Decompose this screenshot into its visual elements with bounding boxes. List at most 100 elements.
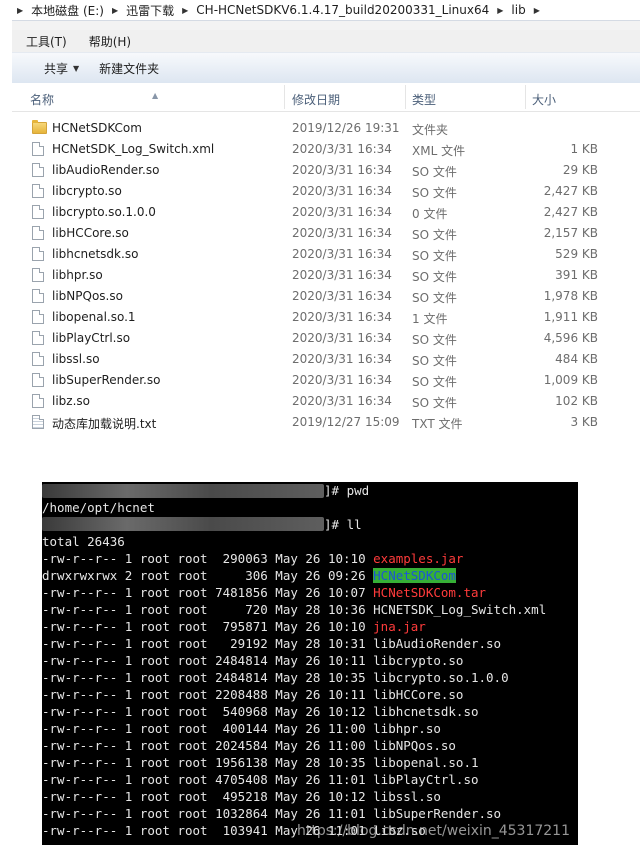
ls-attributes: -rw-r--r-- 1 root root 2208488 May 26 10… [42, 687, 374, 702]
file-name: 动态库加载说明.txt [52, 417, 157, 431]
chevron-right-icon: ▶ [111, 5, 119, 15]
file-icon [32, 331, 44, 345]
ls-line: -rw-r--r-- 1 root root 795871 May 26 10:… [42, 618, 426, 635]
breadcrumb-downloads[interactable]: 迅雷下载 [123, 2, 177, 19]
address-bar[interactable]: ▶ 本地磁盘 (E:) ▶ 迅雷下载 ▶ CH-HCNetSDKV6.1.4.17_b… [12, 0, 640, 21]
file-row[interactable]: libz.so 2020/3/31 16:34 SO 文件 102 KB [12, 391, 640, 412]
file-type: 0 文件 [412, 207, 448, 221]
menu-bar: 工具(T) 帮助(H) [12, 30, 640, 52]
breadcrumb-drive[interactable]: 本地磁盘 (E:) [28, 2, 107, 19]
text-file-icon [32, 415, 44, 429]
file-name: libcrypto.so.1.0.0 [52, 205, 156, 219]
ls-attributes: -rw-r--r-- 1 root root 495218 May 26 10:… [42, 789, 374, 804]
file-row[interactable]: libSuperRender.so 2020/3/31 16:34 SO 文件 1,0… [12, 370, 640, 391]
file-row[interactable]: libcrypto.so.1.0.0 2020/3/31 16:34 0 文件 2,4… [12, 202, 640, 223]
chevron-down-icon: ▼ [73, 63, 80, 73]
file-icon [32, 205, 44, 219]
ls-line: -rw-r--r-- 1 root root 2484814 May 28 10… [42, 669, 509, 686]
file-row[interactable]: HCNetSDKCom 2019/12/26 19:31 文件夹 [12, 118, 640, 139]
file-row[interactable]: libssl.so 2020/3/31 16:34 SO 文件 484 KB [12, 349, 640, 370]
file-name: libAudioRender.so [52, 163, 160, 177]
file-icon [32, 226, 44, 240]
column-size[interactable]: 大小 [532, 91, 556, 108]
ls-filename: libAudioRender.so [373, 636, 502, 651]
file-size: 1,911 KB [543, 310, 598, 324]
file-name: libHCCore.so [52, 226, 129, 240]
ls-line: -rw-r--r-- 1 root root 2208488 May 26 10… [42, 686, 463, 703]
ls-attributes: -rw-r--r-- 1 root root 795871 May 26 10:… [42, 619, 374, 634]
file-date: 2020/3/31 16:34 [292, 184, 392, 198]
redacted-prompt [42, 517, 324, 531]
file-icon [32, 268, 44, 282]
file-date: 2020/3/31 16:34 [292, 205, 392, 219]
file-date: 2020/3/31 16:34 [292, 289, 392, 303]
file-icon [32, 310, 44, 324]
file-type: 1 文件 [412, 312, 448, 326]
file-size: 3 KB [570, 415, 598, 429]
column-name[interactable]: 名称 [30, 91, 54, 108]
file-icon [32, 394, 44, 408]
ls-attributes: -rw-r--r-- 1 root root 29192 May 28 10:3… [42, 636, 374, 651]
chevron-right-icon[interactable]: ▶ [529, 6, 545, 15]
file-type: SO 文件 [412, 354, 457, 368]
ls-filename: libopenal.so.1 [373, 755, 479, 770]
file-size: 2,427 KB [543, 205, 598, 219]
redacted-prompt [42, 484, 324, 498]
ls-line: -rw-r--r-- 1 root root 1032864 May 26 11… [42, 805, 501, 822]
file-icon [32, 247, 44, 261]
sort-ascending-icon: ▲ [152, 91, 159, 100]
file-date: 2020/3/31 16:34 [292, 247, 392, 261]
file-row[interactable]: libcrypto.so 2020/3/31 16:34 SO 文件 2,427 KB [12, 181, 640, 202]
file-row[interactable]: HCNetSDK_Log_Switch.xml 2020/3/31 16:34 XM… [12, 139, 640, 160]
pwd-output: /home/opt/hcnet [42, 500, 155, 515]
file-date: 2020/3/31 16:34 [292, 373, 392, 387]
ls-attributes: -rw-r--r-- 1 root root 1956138 May 28 10… [42, 755, 374, 770]
folder-icon [32, 120, 47, 134]
file-row[interactable]: libAudioRender.so 2020/3/31 16:34 SO 文件 29 … [12, 160, 640, 181]
file-row[interactable]: libhpr.so 2020/3/31 16:34 SO 文件 391 KB [12, 265, 640, 286]
file-row[interactable]: libHCCore.so 2020/3/31 16:34 SO 文件 2,157 KB [12, 223, 640, 244]
column-type[interactable]: 类型 [412, 91, 436, 108]
menu-tools[interactable]: 工具(T) [18, 33, 75, 50]
column-divider[interactable] [284, 85, 285, 109]
file-icon [32, 184, 44, 198]
share-button[interactable]: 共享 ▼ [34, 60, 89, 77]
file-row[interactable]: 动态库加载说明.txt 2019/12/27 15:09 TXT 文件 3 KB [12, 412, 640, 433]
file-size: 529 KB [555, 247, 598, 261]
breadcrumb-lib[interactable]: lib [508, 3, 528, 17]
file-date: 2020/3/31 16:34 [292, 352, 392, 366]
ls-filename: libSuperRender.so [373, 806, 502, 821]
ls-filename: libcrypto.so.1.0.0 [373, 670, 509, 685]
file-type: SO 文件 [412, 165, 457, 179]
file-size: 2,427 KB [543, 184, 598, 198]
file-type: SO 文件 [412, 270, 457, 284]
column-divider[interactable] [525, 85, 526, 109]
share-label: 共享 [44, 61, 69, 76]
menu-help[interactable]: 帮助(H) [81, 33, 139, 50]
watermark: https://blog.csdn.net/weixin_45317211 [296, 823, 570, 839]
file-row[interactable]: libNPQos.so 2020/3/31 16:34 SO 文件 1,978 KB [12, 286, 640, 307]
column-divider[interactable] [405, 85, 406, 109]
file-row[interactable]: libPlayCtrl.so 2020/3/31 16:34 SO 文件 4,596 … [12, 328, 640, 349]
file-row[interactable]: libopenal.so.1 2020/3/31 16:34 1 文件 1,911 K… [12, 307, 640, 328]
column-date[interactable]: 修改日期 [292, 91, 340, 108]
breadcrumb-sdk-folder[interactable]: CH-HCNetSDKV6.1.4.17_build20200331_Linux… [193, 3, 492, 17]
file-size: 391 KB [555, 268, 598, 282]
file-name: libhcnetsdk.so [52, 247, 139, 261]
file-name: libz.so [52, 394, 90, 408]
file-type: XML 文件 [412, 144, 466, 158]
ls-attributes: -rw-r--r-- 1 root root 7481856 May 26 10… [42, 585, 374, 600]
ls-filename: libhcnetsdk.so [373, 704, 479, 719]
file-type: SO 文件 [412, 249, 457, 263]
file-row[interactable]: libhcnetsdk.so 2020/3/31 16:34 SO 文件 529 KB [12, 244, 640, 265]
ls-filename: libcrypto.so [373, 653, 464, 668]
file-name: libSuperRender.so [52, 373, 161, 387]
file-size: 1,978 KB [543, 289, 598, 303]
file-list: ▲ 名称 修改日期 类型 大小 HCNetSDKCom 2019/12/26 19… [12, 83, 640, 468]
new-folder-button[interactable]: 新建文件夹 [89, 60, 169, 77]
file-icon [32, 163, 44, 177]
ls-attributes: -rw-r--r-- 1 root root 2484814 May 28 10… [42, 670, 374, 685]
file-size: 1,009 KB [543, 373, 598, 387]
ls-attributes: -rw-r--r-- 1 root root 290063 May 26 10:… [42, 551, 374, 566]
ls-filename: examples.jar [373, 551, 464, 566]
